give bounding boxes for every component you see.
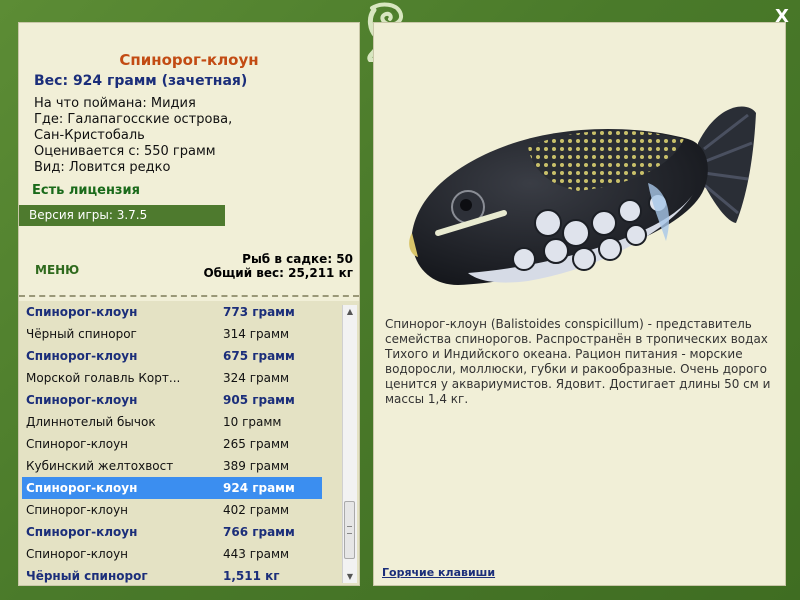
- game-version: Версия игры: 3.7.5: [19, 205, 225, 226]
- catch-fish-name: Спинорог-клоун: [26, 503, 129, 517]
- divider: [19, 295, 359, 297]
- left-panel: Спинорог-клоун Вес: 924 грамм (зачетная)…: [18, 22, 360, 586]
- catch-fish-name: Спинорог-клоун: [26, 305, 138, 319]
- catch-fish-name: Чёрный спинорог: [26, 569, 148, 583]
- fish-title: Спинорог-клоун: [119, 51, 259, 69]
- fish-details: На что поймана: Мидия Где: Галапагосские…: [34, 96, 232, 176]
- location-text: Где: Галапагосские острова,: [34, 112, 233, 127]
- hotkeys-link[interactable]: Горячие клавиши: [382, 566, 495, 579]
- fish-count: Рыб в садке: 50: [242, 252, 353, 266]
- catch-fish-weight: 10 грамм: [223, 415, 282, 429]
- keepnet-stats: Рыб в садке: 50 Общий вес: 25,211 кг: [203, 252, 353, 280]
- scroll-down-icon[interactable]: ▼: [343, 570, 357, 583]
- catch-fish-name: Спинорог-клоун: [26, 437, 129, 451]
- catch-fish-name: Чёрный спинорог: [26, 327, 137, 341]
- game-window: X Спинорог-клоун Вес: 924 грамм (зачетна…: [0, 0, 800, 600]
- location-text-cont: Сан-Кристобаль: [34, 128, 145, 143]
- catch-list-row[interactable]: Спинорог-клоун 924 грамм: [22, 477, 322, 499]
- catch-fish-name: Морской голавль Корт...: [26, 371, 181, 385]
- catch-list-row[interactable]: Спинорог-клоун 675 грамм: [22, 345, 322, 367]
- fish-description: Спинорог-клоун (Balistoides conspicillum…: [385, 317, 771, 406]
- catch-list-row[interactable]: Чёрный спинорог 1,511 кг: [22, 565, 322, 585]
- catch-list-row[interactable]: Морской голавль Корт... 324 грамм: [22, 367, 322, 389]
- catch-list-row[interactable]: Спинорог-клоун 402 грамм: [22, 499, 322, 521]
- catch-list-row[interactable]: Кубинский желтохвост 389 грамм: [22, 455, 322, 477]
- catch-fish-weight: 924 грамм: [223, 481, 295, 495]
- catch-fish-weight: 905 грамм: [223, 393, 295, 407]
- catch-list-row[interactable]: Чёрный спинорог 314 грамм: [22, 323, 322, 345]
- clown-triggerfish-image: [409, 106, 756, 285]
- catch-fish-name: Спинорог-клоун: [26, 349, 138, 363]
- catch-fish-weight: 773 грамм: [223, 305, 295, 319]
- catch-fish-weight: 324 грамм: [223, 371, 290, 385]
- catch-fish-name: Спинорог-клоун: [26, 525, 138, 539]
- scroll-thumb[interactable]: [344, 501, 355, 559]
- list-scrollbar[interactable]: ▲ ▼: [342, 305, 357, 583]
- catch-fish-name: Длиннотелый бычок: [26, 415, 156, 429]
- fish-info-card: Спинорог-клоун Вес: 924 грамм (зачетная)…: [19, 23, 359, 295]
- catch-list-row[interactable]: Спинорог-клоун 773 грамм: [22, 301, 322, 323]
- fish-weight: Вес: 924 грамм (зачетная): [34, 73, 248, 89]
- license-status: Есть лицензия: [32, 183, 140, 198]
- catch-fish-weight: 443 грамм: [223, 547, 290, 561]
- catch-fish-name: Кубинский желтохвост: [26, 459, 174, 473]
- catch-fish-weight: 766 грамм: [223, 525, 295, 539]
- menu-button[interactable]: МЕНЮ: [35, 263, 79, 277]
- caught-on-text: На что поймана: Мидия: [34, 96, 196, 111]
- rarity-text: Вид: Ловится редко: [34, 160, 171, 175]
- catch-fish-name: Спинорог-клоун: [26, 547, 129, 561]
- catch-fish-weight: 402 грамм: [223, 503, 290, 517]
- total-weight: Общий вес: 25,211 кг: [203, 266, 353, 280]
- value-text: Оценивается с: 550 грамм: [34, 144, 216, 159]
- catch-fish-weight: 314 грамм: [223, 327, 290, 341]
- catch-fish-weight: 675 грамм: [223, 349, 295, 363]
- catch-list-row[interactable]: Спинорог-клоун 443 грамм: [22, 543, 322, 565]
- catch-list: Спинорог-клоун 773 грамм Чёрный спинорог 31…: [19, 301, 359, 585]
- scroll-up-icon[interactable]: ▲: [343, 305, 357, 318]
- catch-fish-weight: 389 грамм: [223, 459, 290, 473]
- catch-list-row[interactable]: Спинорог-клоун 766 грамм: [22, 521, 322, 543]
- catch-fish-weight: 1,511 кг: [223, 569, 280, 583]
- catch-list-row[interactable]: Спинорог-клоун 265 грамм: [22, 433, 322, 455]
- catch-fish-name: Спинорог-клоун: [26, 481, 138, 495]
- catch-list-row[interactable]: Спинорог-клоун 905 грамм: [22, 389, 322, 411]
- catch-fish-weight: 265 грамм: [223, 437, 290, 451]
- right-panel: Спинорог-клоун (Balistoides conspicillum…: [373, 22, 786, 586]
- catch-list-row[interactable]: Длиннотелый бычок 10 грамм: [22, 411, 322, 433]
- catch-fish-name: Спинорог-клоун: [26, 393, 138, 407]
